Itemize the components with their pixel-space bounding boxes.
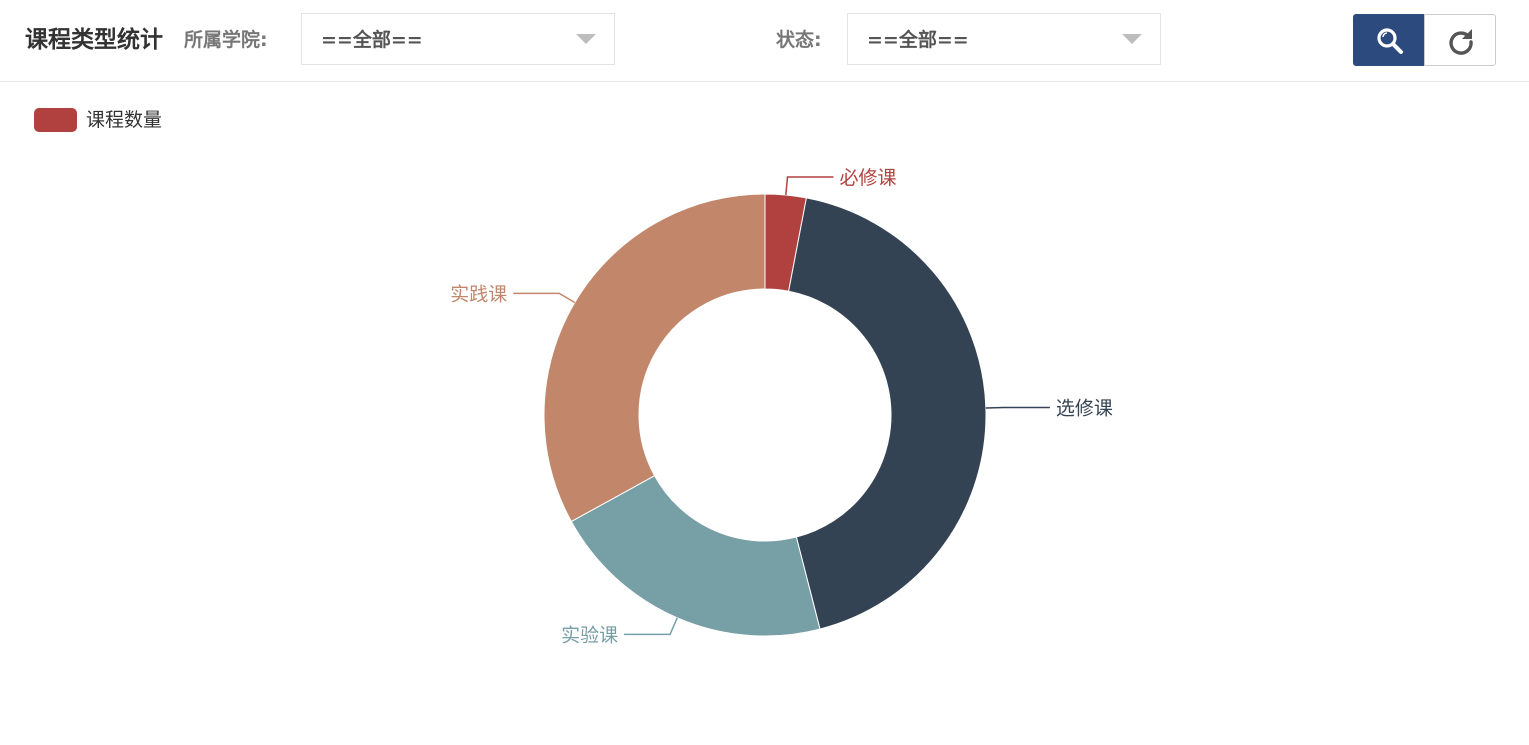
label-line-2 bbox=[624, 617, 678, 636]
label-line-0 bbox=[785, 176, 834, 196]
slice-label-2: 实验课 bbox=[561, 624, 618, 646]
label-line-3 bbox=[513, 292, 576, 304]
pie-slice-1[interactable] bbox=[788, 197, 987, 630]
slice-label-3: 实践课 bbox=[450, 283, 507, 305]
page: 课程类型统计 所属学院: ==全部== 状态: ==全部== 课程数量 必修课 … bbox=[0, 0, 1529, 745]
chart-slices bbox=[543, 193, 987, 637]
slice-label-1: 选修课 bbox=[1056, 397, 1113, 419]
pie-slice-3[interactable] bbox=[543, 193, 766, 523]
slice-label-0: 必修课 bbox=[839, 167, 896, 189]
course-type-donut-chart: 必修课选修课实验课 实践课 bbox=[450, 167, 1113, 646]
label-line-1 bbox=[985, 406, 1050, 409]
